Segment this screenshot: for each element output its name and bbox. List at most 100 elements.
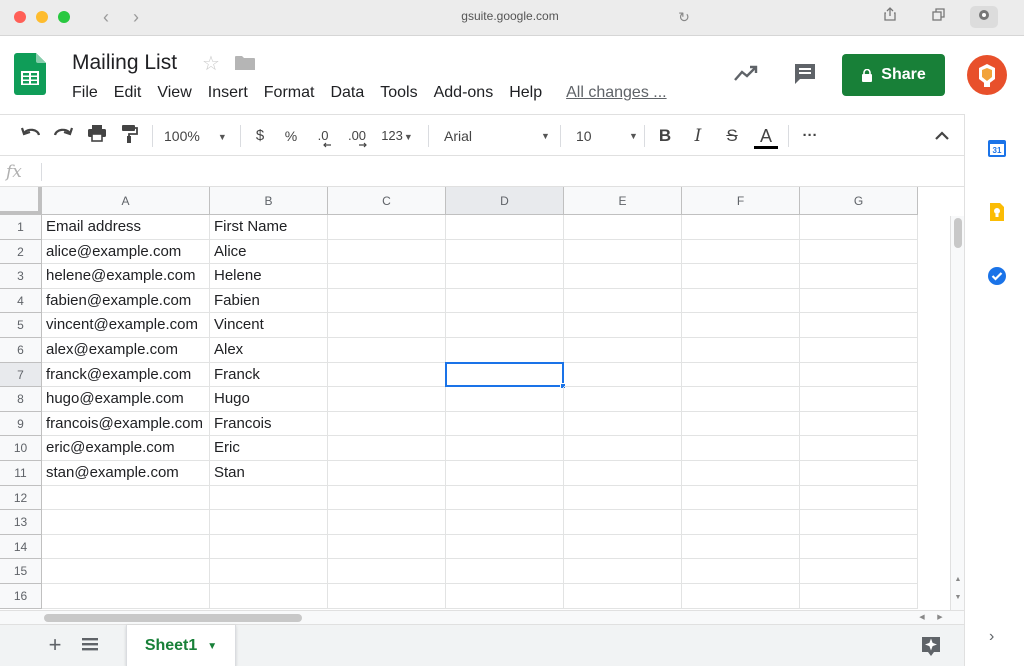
cell-d7[interactable] — [446, 362, 564, 388]
menu-insert[interactable]: Insert — [208, 84, 248, 106]
cell-e13[interactable] — [564, 510, 682, 535]
cell-e2[interactable] — [564, 239, 682, 265]
cell-b6[interactable]: Alex — [210, 338, 328, 363]
sheets-logo-icon[interactable] — [14, 53, 46, 95]
share-button[interactable]: Share — [842, 54, 945, 96]
cell-g1[interactable] — [800, 215, 918, 240]
address-bar[interactable]: gsuite.google.com — [380, 9, 640, 23]
forward-arrow-icon[interactable]: › — [126, 6, 146, 28]
cell-b2[interactable]: Alice — [210, 239, 328, 265]
cell-c14[interactable] — [328, 534, 446, 560]
cell-d4[interactable] — [446, 288, 564, 314]
undo-icon[interactable] — [18, 124, 44, 148]
cell-g16[interactable] — [800, 584, 918, 609]
avatar[interactable] — [967, 55, 1007, 95]
more-options-button[interactable]: ··· — [800, 124, 820, 148]
row-header-5[interactable]: 5 — [0, 313, 42, 338]
zoom-select[interactable]: 100% ▼ — [164, 124, 232, 148]
expand-panel-chevron-icon[interactable]: › — [989, 628, 994, 646]
cell-a14[interactable] — [42, 534, 210, 560]
cell-d2[interactable] — [446, 239, 564, 265]
row-header-8[interactable]: 8 — [0, 387, 42, 412]
cell-b12[interactable] — [210, 485, 328, 511]
percent-format-button[interactable]: % — [281, 124, 301, 148]
font-family-select[interactable]: Arial ▼ — [444, 124, 550, 148]
cell-c10[interactable] — [328, 436, 446, 461]
paint-format-icon[interactable] — [116, 124, 142, 148]
column-header-d[interactable]: D — [446, 187, 564, 215]
all-sheets-list-icon[interactable] — [80, 636, 100, 654]
cell-a9[interactable]: francois@example.com — [42, 411, 210, 437]
cell-d10[interactable] — [446, 436, 564, 461]
cell-a16[interactable] — [42, 584, 210, 609]
row-header-12[interactable]: 12 — [0, 485, 42, 511]
row-header-16[interactable]: 16 — [0, 584, 42, 609]
row-header-3[interactable]: 3 — [0, 264, 42, 289]
cell-e16[interactable] — [564, 584, 682, 609]
cell-c3[interactable] — [328, 264, 446, 289]
cell-g4[interactable] — [800, 288, 918, 314]
scroll-right-icon[interactable]: ▶ — [934, 612, 946, 624]
strikethrough-button[interactable]: S — [722, 124, 742, 148]
cell-b5[interactable]: Vincent — [210, 313, 328, 338]
cell-b8[interactable]: Hugo — [210, 387, 328, 412]
select-all-corner[interactable] — [0, 187, 42, 215]
scroll-up-icon[interactable]: ▲ — [952, 574, 964, 586]
calendar-icon[interactable]: 31 — [987, 138, 1007, 158]
more-formats-button[interactable]: 123▼ — [378, 124, 416, 148]
comment-icon[interactable] — [792, 61, 818, 87]
cell-b9[interactable]: Francois — [210, 411, 328, 437]
cell-c11[interactable] — [328, 461, 446, 486]
cell-b15[interactable] — [210, 559, 328, 584]
cell-c5[interactable] — [328, 313, 446, 338]
cell-d13[interactable] — [446, 510, 564, 535]
row-header-14[interactable]: 14 — [0, 534, 42, 560]
italic-button[interactable]: I — [688, 124, 708, 148]
cell-d3[interactable] — [446, 264, 564, 289]
cell-g7[interactable] — [800, 362, 918, 388]
menu-format[interactable]: Format — [264, 84, 315, 106]
cell-b1[interactable]: First Name — [210, 215, 328, 240]
reload-icon[interactable]: ↻ — [675, 8, 693, 26]
keep-icon[interactable] — [987, 202, 1007, 222]
currency-format-button[interactable]: $ — [250, 124, 270, 148]
cell-f3[interactable] — [682, 264, 800, 289]
row-header-7[interactable]: 7 — [0, 362, 42, 388]
cell-f1[interactable] — [682, 215, 800, 240]
sheet-tab-sheet1[interactable]: Sheet1 ▼ — [126, 625, 236, 666]
horizontal-scrollbar[interactable]: ◀ ▶ — [0, 610, 964, 624]
menu-file[interactable]: File — [72, 84, 98, 106]
row-header-15[interactable]: 15 — [0, 559, 42, 584]
cell-g13[interactable] — [800, 510, 918, 535]
cell-f12[interactable] — [682, 485, 800, 511]
column-header-a[interactable]: A — [42, 187, 210, 215]
column-header-c[interactable]: C — [328, 187, 446, 215]
cell-c16[interactable] — [328, 584, 446, 609]
scroll-down-icon[interactable]: ▼ — [952, 592, 964, 604]
sheet-tab-chevron-down-icon[interactable]: ▼ — [207, 641, 217, 652]
cell-f13[interactable] — [682, 510, 800, 535]
menu-add-ons[interactable]: Add-ons — [434, 84, 494, 106]
vertical-scroll-thumb[interactable] — [954, 218, 962, 248]
cell-c9[interactable] — [328, 411, 446, 437]
row-header-10[interactable]: 10 — [0, 436, 42, 461]
tasks-icon[interactable] — [987, 266, 1007, 286]
column-header-f[interactable]: F — [682, 187, 800, 215]
tabs-overview-icon[interactable] — [924, 6, 952, 28]
cell-d12[interactable] — [446, 485, 564, 511]
cell-c4[interactable] — [328, 288, 446, 314]
cell-e10[interactable] — [564, 436, 682, 461]
cell-f15[interactable] — [682, 559, 800, 584]
cell-c15[interactable] — [328, 559, 446, 584]
collapse-toolbar-icon[interactable] — [932, 124, 952, 148]
cell-a11[interactable]: stan@example.com — [42, 461, 210, 486]
bold-button[interactable]: B — [655, 124, 675, 148]
maximize-window-button[interactable] — [58, 11, 70, 23]
cell-d14[interactable] — [446, 534, 564, 560]
cell-b14[interactable] — [210, 534, 328, 560]
cell-d6[interactable] — [446, 338, 564, 363]
menu-view[interactable]: View — [157, 84, 191, 106]
cell-f5[interactable] — [682, 313, 800, 338]
cell-a10[interactable]: eric@example.com — [42, 436, 210, 461]
decrease-decimal-button[interactable]: .0 — [310, 124, 336, 148]
